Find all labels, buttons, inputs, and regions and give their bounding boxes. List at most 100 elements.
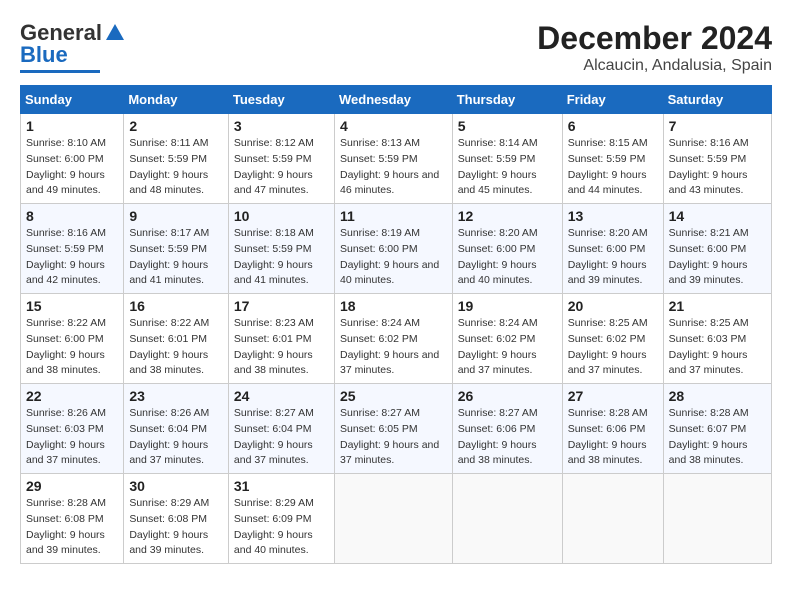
daylight-text: Daylight: 9 hours and 39 minutes. <box>26 529 105 557</box>
title-block: December 2024 Alcaucin, Andalusia, Spain <box>537 20 772 75</box>
day-number: 28 <box>669 388 766 404</box>
sunset-text: Sunset: 6:00 PM <box>26 153 104 165</box>
calendar-cell: 7 Sunrise: 8:16 AM Sunset: 5:59 PM Dayli… <box>663 114 771 204</box>
calendar-cell: 17 Sunrise: 8:23 AM Sunset: 6:01 PM Dayl… <box>228 294 334 384</box>
calendar-cell: 31 Sunrise: 8:29 AM Sunset: 6:09 PM Dayl… <box>228 474 334 564</box>
calendar-cell: 1 Sunrise: 8:10 AM Sunset: 6:00 PM Dayli… <box>21 114 124 204</box>
page-header: General Blue December 2024 Alcaucin, And… <box>20 20 772 75</box>
sunset-text: Sunset: 6:00 PM <box>458 243 536 255</box>
sunset-text: Sunset: 5:59 PM <box>234 153 312 165</box>
sunset-text: Sunset: 6:00 PM <box>568 243 646 255</box>
day-number: 3 <box>234 118 329 134</box>
calendar-cell: 3 Sunrise: 8:12 AM Sunset: 5:59 PM Dayli… <box>228 114 334 204</box>
day-number: 24 <box>234 388 329 404</box>
daylight-text: Daylight: 9 hours and 45 minutes. <box>458 169 537 197</box>
sunrise-text: Sunrise: 8:16 AM <box>669 137 749 149</box>
calendar-cell: 10 Sunrise: 8:18 AM Sunset: 5:59 PM Dayl… <box>228 204 334 294</box>
sunset-text: Sunset: 6:02 PM <box>568 333 646 345</box>
logo-underline <box>20 70 100 73</box>
daylight-text: Daylight: 9 hours and 47 minutes. <box>234 169 313 197</box>
day-number: 23 <box>129 388 223 404</box>
calendar-cell: 14 Sunrise: 8:21 AM Sunset: 6:00 PM Dayl… <box>663 204 771 294</box>
daylight-text: Daylight: 9 hours and 39 minutes. <box>669 259 748 287</box>
col-thursday: Thursday <box>452 86 562 114</box>
sunrise-text: Sunrise: 8:28 AM <box>669 407 749 419</box>
calendar-cell: 19 Sunrise: 8:24 AM Sunset: 6:02 PM Dayl… <box>452 294 562 384</box>
day-number: 9 <box>129 208 223 224</box>
calendar-header-row: Sunday Monday Tuesday Wednesday Thursday… <box>21 86 772 114</box>
page-subtitle: Alcaucin, Andalusia, Spain <box>537 57 772 75</box>
sunrise-text: Sunrise: 8:10 AM <box>26 137 106 149</box>
sunset-text: Sunset: 5:59 PM <box>669 153 747 165</box>
sunset-text: Sunset: 6:02 PM <box>340 333 418 345</box>
sunrise-text: Sunrise: 8:29 AM <box>234 497 314 509</box>
sunrise-text: Sunrise: 8:20 AM <box>568 227 648 239</box>
sunset-text: Sunset: 6:04 PM <box>129 423 207 435</box>
logo-blue: Blue <box>20 42 68 68</box>
day-number: 29 <box>26 478 118 494</box>
calendar-cell: 21 Sunrise: 8:25 AM Sunset: 6:03 PM Dayl… <box>663 294 771 384</box>
sunrise-text: Sunrise: 8:26 AM <box>26 407 106 419</box>
sunrise-text: Sunrise: 8:24 AM <box>458 317 538 329</box>
sunset-text: Sunset: 6:06 PM <box>458 423 536 435</box>
sunset-text: Sunset: 5:59 PM <box>340 153 418 165</box>
calendar-cell <box>562 474 663 564</box>
day-number: 8 <box>26 208 118 224</box>
sunset-text: Sunset: 6:01 PM <box>129 333 207 345</box>
sunset-text: Sunset: 6:01 PM <box>234 333 312 345</box>
daylight-text: Daylight: 9 hours and 38 minutes. <box>234 349 313 377</box>
day-number: 4 <box>340 118 447 134</box>
daylight-text: Daylight: 9 hours and 37 minutes. <box>458 349 537 377</box>
daylight-text: Daylight: 9 hours and 38 minutes. <box>568 439 647 467</box>
sunrise-text: Sunrise: 8:29 AM <box>129 497 209 509</box>
day-number: 7 <box>669 118 766 134</box>
sunrise-text: Sunrise: 8:20 AM <box>458 227 538 239</box>
day-number: 20 <box>568 298 658 314</box>
calendar-cell: 20 Sunrise: 8:25 AM Sunset: 6:02 PM Dayl… <box>562 294 663 384</box>
logo-icon <box>104 22 126 44</box>
sunrise-text: Sunrise: 8:16 AM <box>26 227 106 239</box>
page-title: December 2024 <box>537 20 772 57</box>
calendar-week-4: 22 Sunrise: 8:26 AM Sunset: 6:03 PM Dayl… <box>21 384 772 474</box>
daylight-text: Daylight: 9 hours and 39 minutes. <box>568 259 647 287</box>
sunrise-text: Sunrise: 8:27 AM <box>340 407 420 419</box>
col-friday: Friday <box>562 86 663 114</box>
daylight-text: Daylight: 9 hours and 39 minutes. <box>129 529 208 557</box>
sunset-text: Sunset: 6:08 PM <box>26 513 104 525</box>
calendar-cell: 8 Sunrise: 8:16 AM Sunset: 5:59 PM Dayli… <box>21 204 124 294</box>
col-sunday: Sunday <box>21 86 124 114</box>
calendar-week-1: 1 Sunrise: 8:10 AM Sunset: 6:00 PM Dayli… <box>21 114 772 204</box>
day-number: 22 <box>26 388 118 404</box>
calendar-cell: 30 Sunrise: 8:29 AM Sunset: 6:08 PM Dayl… <box>124 474 229 564</box>
logo: General Blue <box>20 20 126 73</box>
sunrise-text: Sunrise: 8:18 AM <box>234 227 314 239</box>
calendar-cell: 5 Sunrise: 8:14 AM Sunset: 5:59 PM Dayli… <box>452 114 562 204</box>
sunset-text: Sunset: 6:06 PM <box>568 423 646 435</box>
daylight-text: Daylight: 9 hours and 41 minutes. <box>234 259 313 287</box>
sunrise-text: Sunrise: 8:25 AM <box>568 317 648 329</box>
day-number: 6 <box>568 118 658 134</box>
sunset-text: Sunset: 5:59 PM <box>129 243 207 255</box>
day-number: 30 <box>129 478 223 494</box>
sunset-text: Sunset: 6:00 PM <box>340 243 418 255</box>
daylight-text: Daylight: 9 hours and 37 minutes. <box>234 439 313 467</box>
sunset-text: Sunset: 6:03 PM <box>669 333 747 345</box>
sunrise-text: Sunrise: 8:12 AM <box>234 137 314 149</box>
sunrise-text: Sunrise: 8:27 AM <box>458 407 538 419</box>
sunset-text: Sunset: 6:00 PM <box>669 243 747 255</box>
daylight-text: Daylight: 9 hours and 42 minutes. <box>26 259 105 287</box>
daylight-text: Daylight: 9 hours and 49 minutes. <box>26 169 105 197</box>
daylight-text: Daylight: 9 hours and 37 minutes. <box>340 349 439 377</box>
sunrise-text: Sunrise: 8:23 AM <box>234 317 314 329</box>
daylight-text: Daylight: 9 hours and 38 minutes. <box>26 349 105 377</box>
sunrise-text: Sunrise: 8:21 AM <box>669 227 749 239</box>
daylight-text: Daylight: 9 hours and 37 minutes. <box>669 349 748 377</box>
calendar-cell: 29 Sunrise: 8:28 AM Sunset: 6:08 PM Dayl… <box>21 474 124 564</box>
sunset-text: Sunset: 6:03 PM <box>26 423 104 435</box>
sunset-text: Sunset: 6:09 PM <box>234 513 312 525</box>
calendar-cell: 27 Sunrise: 8:28 AM Sunset: 6:06 PM Dayl… <box>562 384 663 474</box>
sunset-text: Sunset: 6:05 PM <box>340 423 418 435</box>
day-number: 13 <box>568 208 658 224</box>
sunset-text: Sunset: 6:08 PM <box>129 513 207 525</box>
daylight-text: Daylight: 9 hours and 37 minutes. <box>26 439 105 467</box>
